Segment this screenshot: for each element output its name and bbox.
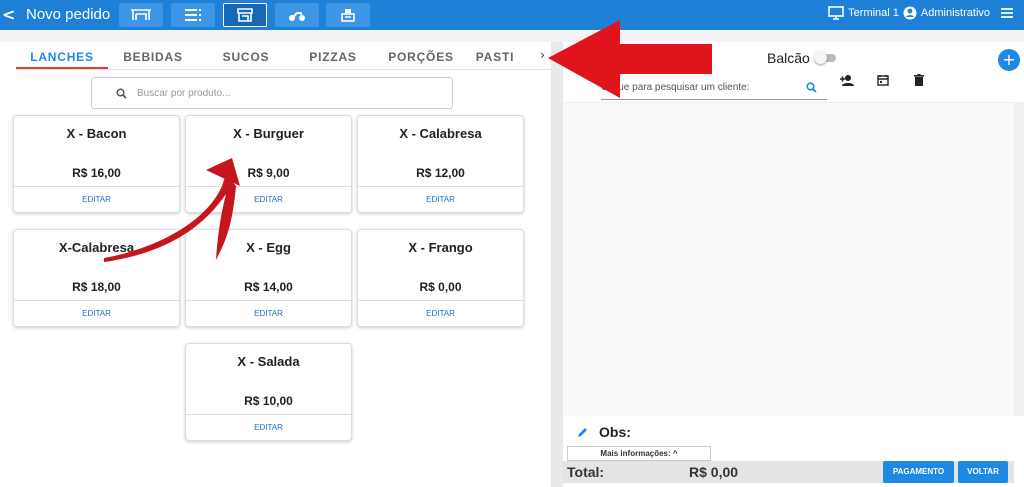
arrow-right-red-icon	[548, 20, 712, 98]
annotation-arrows	[104, 20, 712, 262]
arrow-curved-red-icon	[104, 174, 236, 262]
